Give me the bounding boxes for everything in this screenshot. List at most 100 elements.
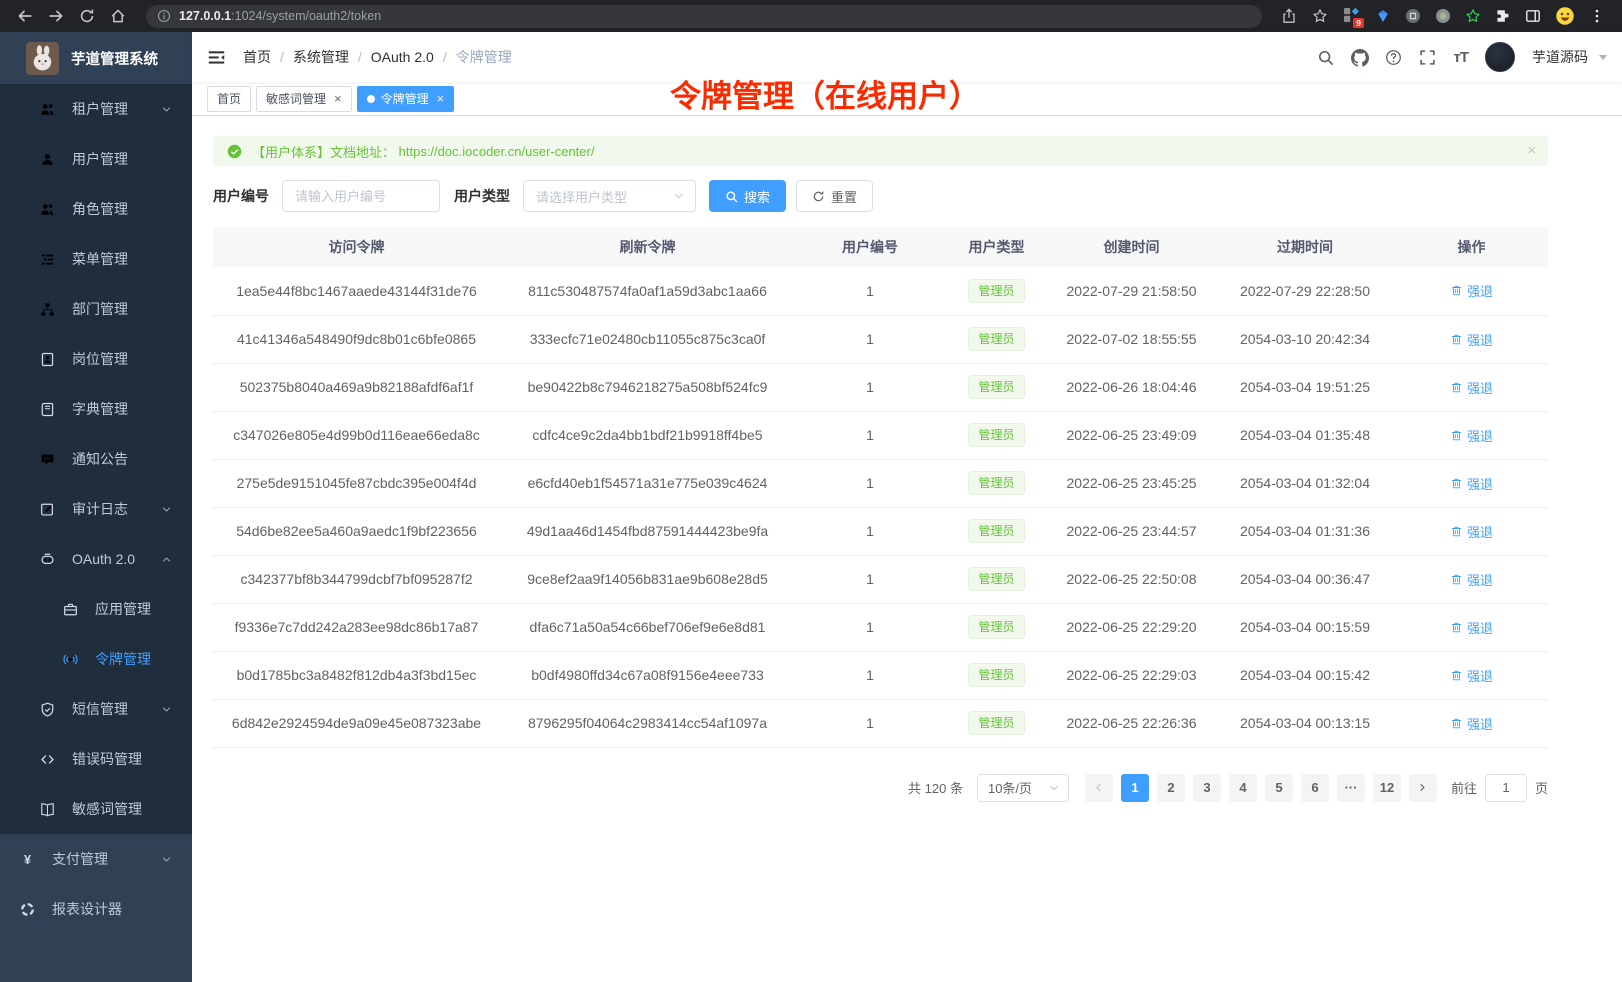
chevron-right-icon — [1417, 782, 1428, 793]
token-table: 访问令牌刷新令牌用户编号用户类型创建时间过期时间操作 1ea5e44f8bc14… — [213, 227, 1548, 748]
sidebar-subitem[interactable]: 应用管理 — [0, 584, 192, 634]
extension-grid-icon[interactable]: 9 — [1343, 7, 1361, 25]
sidebar-item[interactable]: 部门管理 — [0, 284, 192, 334]
notice-icon — [40, 452, 55, 467]
sidebar-root-item[interactable]: ¥支付管理 — [0, 834, 192, 884]
force-logout-button[interactable]: 强退 — [1450, 330, 1493, 349]
sidebar-item[interactable]: 角色管理 — [0, 184, 192, 234]
force-logout-button[interactable]: 强退 — [1450, 426, 1493, 445]
reset-button[interactable]: 重置 — [796, 180, 873, 212]
create-time-cell: 2022-06-25 22:29:20 — [1048, 603, 1215, 651]
users-icon — [40, 102, 55, 117]
tab-1[interactable]: 敏感词管理× — [256, 86, 352, 112]
search-button[interactable]: 搜索 — [709, 180, 786, 212]
side-panel-icon[interactable] — [1525, 8, 1541, 24]
avatar[interactable] — [1485, 42, 1515, 72]
breadcrumb-item[interactable]: OAuth 2.0 — [371, 49, 434, 65]
expire-time-cell: 2054-03-04 00:15:42 — [1215, 651, 1395, 699]
forward-icon[interactable] — [48, 8, 65, 25]
page-size-select[interactable]: 10条/页 — [977, 774, 1069, 802]
gem-extension-icon[interactable] — [1375, 8, 1391, 24]
sidebar-item[interactable]: 短信管理 — [0, 684, 192, 734]
tab-0[interactable]: 首页 — [207, 86, 251, 112]
force-logout-button[interactable]: 强退 — [1450, 474, 1493, 493]
page-button-···[interactable]: ··· — [1337, 774, 1365, 802]
report-icon — [20, 902, 35, 917]
user-id-input[interactable] — [282, 180, 440, 212]
force-logout-button[interactable]: 强退 — [1450, 618, 1493, 637]
app-logo[interactable]: 芋道管理系统 — [0, 32, 192, 84]
home-icon[interactable] — [110, 8, 127, 25]
fullscreen-icon[interactable] — [1419, 49, 1436, 66]
page-button-12[interactable]: 12 — [1373, 774, 1401, 802]
page-button-1[interactable]: 1 — [1121, 774, 1149, 802]
close-icon[interactable]: × — [1527, 143, 1536, 158]
sidebar-subitem[interactable]: 令牌管理 — [0, 634, 192, 684]
next-page-button[interactable] — [1409, 774, 1437, 802]
force-logout-button[interactable]: 强退 — [1450, 281, 1493, 300]
github-icon[interactable] — [1351, 49, 1368, 66]
alert-link[interactable]: https://doc.iocoder.cn/user-center/ — [399, 144, 595, 159]
page-button-4[interactable]: 4 — [1229, 774, 1257, 802]
bookmark-star-icon[interactable] — [1312, 8, 1329, 25]
sidebar-item-label: 菜单管理 — [72, 249, 128, 269]
role-icon — [40, 202, 55, 217]
url-host: 127.0.0.1 — [179, 9, 231, 23]
close-icon[interactable]: × — [437, 92, 445, 105]
hamburger-icon[interactable] — [207, 48, 226, 67]
chevron-down-icon[interactable] — [1599, 55, 1607, 60]
top-navbar: 首页/系统管理/OAuth 2.0/令牌管理 тT 芋道源码 — [192, 32, 1622, 82]
page-button-6[interactable]: 6 — [1301, 774, 1329, 802]
help-icon[interactable] — [1385, 49, 1402, 66]
tab-2[interactable]: 令牌管理× — [357, 86, 455, 112]
goto-page-input[interactable] — [1485, 774, 1527, 802]
breadcrumb-item[interactable]: 令牌管理 — [456, 47, 512, 67]
user-name[interactable]: 芋道源码 — [1532, 47, 1588, 67]
page-button-2[interactable]: 2 — [1157, 774, 1185, 802]
site-info-icon[interactable] — [157, 9, 171, 23]
sidebar-item[interactable]: 敏感词管理 — [0, 784, 192, 834]
sidebar-item-label: 错误码管理 — [72, 749, 142, 769]
page-button-5[interactable]: 5 — [1265, 774, 1293, 802]
command-extension-icon[interactable] — [1405, 8, 1421, 24]
sidebar-item[interactable]: 菜单管理 — [0, 234, 192, 284]
breadcrumb-item[interactable]: 首页 — [243, 47, 271, 67]
sidebar-item[interactable]: 岗位管理 — [0, 334, 192, 384]
sidebar-item[interactable]: 租户管理 — [0, 84, 192, 134]
user-type-tag: 管理员 — [968, 375, 1024, 399]
back-icon[interactable] — [17, 8, 34, 25]
user-type-select[interactable]: 请选择用户类型 — [523, 180, 696, 212]
sidebar-item[interactable]: 字典管理 — [0, 384, 192, 434]
force-logout-button[interactable]: 强退 — [1450, 378, 1493, 397]
sidebar-item[interactable]: OAuth 2.0 — [0, 534, 192, 584]
access-token-cell: f9336e7c7dd242a283ee98dc86b17a87 — [213, 603, 500, 651]
force-logout-button[interactable]: 强退 — [1450, 666, 1493, 685]
search-icon — [725, 190, 738, 203]
more-menu-icon[interactable] — [1589, 8, 1605, 24]
profile-avatar-icon[interactable] — [1555, 6, 1575, 26]
sidebar-root-item[interactable]: 报表设计器 — [0, 884, 192, 934]
sidebar-item[interactable]: 通知公告 — [0, 434, 192, 484]
force-logout-button[interactable]: 强退 — [1450, 570, 1493, 589]
force-logout-button[interactable]: 强退 — [1450, 522, 1493, 541]
recorder-extension-icon[interactable] — [1435, 8, 1451, 24]
sidebar-item[interactable]: 错误码管理 — [0, 734, 192, 784]
star-extension-icon[interactable] — [1465, 8, 1481, 24]
prev-page-button[interactable] — [1085, 774, 1113, 802]
search-icon[interactable] — [1317, 49, 1334, 66]
breadcrumb-item[interactable]: 系统管理 — [293, 47, 349, 67]
sidebar-item[interactable]: 用户管理 — [0, 134, 192, 184]
reload-icon[interactable] — [79, 8, 96, 25]
user-type-label: 用户类型 — [454, 186, 510, 206]
close-icon[interactable]: × — [334, 92, 342, 105]
url-bar[interactable]: 127.0.0.1:1024/system/oauth2/token — [146, 5, 1262, 28]
force-logout-button[interactable]: 强退 — [1450, 714, 1493, 733]
page-button-3[interactable]: 3 — [1193, 774, 1221, 802]
share-icon[interactable] — [1281, 8, 1298, 25]
create-time-cell: 2022-06-25 23:49:09 — [1048, 411, 1215, 459]
column-header: 过期时间 — [1215, 227, 1395, 267]
puzzle-extensions-icon[interactable] — [1495, 8, 1511, 24]
sidebar-item[interactable]: 审计日志 — [0, 484, 192, 534]
font-size-icon[interactable]: тT — [1453, 49, 1468, 66]
refresh-token-cell: 9ce8ef2aa9f14056b831ae9b608e28d5 — [500, 555, 795, 603]
